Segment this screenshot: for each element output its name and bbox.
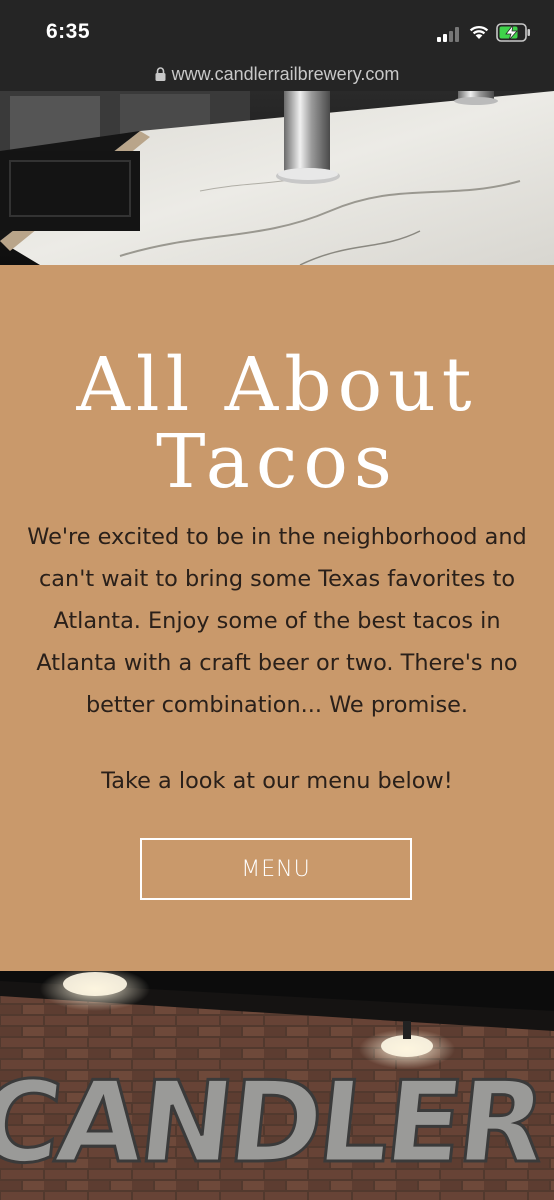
brick-sign-photo: CANDLER RAIL [0,971,554,1200]
sign-text: CANDLER RAIL [0,1058,554,1188]
brick-wall-sign-image: CANDLER RAIL [0,971,554,1200]
section-body: We're excited to be in the neighborhood … [24,516,530,726]
body-line: better combination... We promise. [85,692,469,718]
wifi-icon [469,25,489,39]
about-section: All About Tacos We're excited to be in t… [0,265,554,971]
hero-photo [0,91,554,265]
battery-charging-icon [496,23,530,42]
body-line: Atlanta with a craft beer or two. There'… [36,650,518,676]
body-line: can't wait to bring some Texas favorites… [38,566,516,592]
body-line: We're excited to be in the neighborhood … [27,524,527,550]
browser-url-bar[interactable]: www.candlerrailbrewery.com [0,62,554,91]
status-bar: 6:35 [0,0,554,62]
body-line: Atlanta. Enjoy some of the best tacos in [53,608,501,634]
cellular-signal-icon [437,27,459,42]
menu-button[interactable]: MENU [140,838,412,900]
bar-countertop-image [0,91,554,265]
status-time: 6:35 [46,20,91,43]
headline-line-2: Tacos [156,419,398,505]
menu-cta-text: Take a look at our menu below! [101,768,453,794]
headline-line-1: All About [76,342,478,428]
section-headline: All About Tacos [0,347,554,501]
lock-icon [155,67,166,81]
url-text[interactable]: www.candlerrailbrewery.com [172,64,400,84]
